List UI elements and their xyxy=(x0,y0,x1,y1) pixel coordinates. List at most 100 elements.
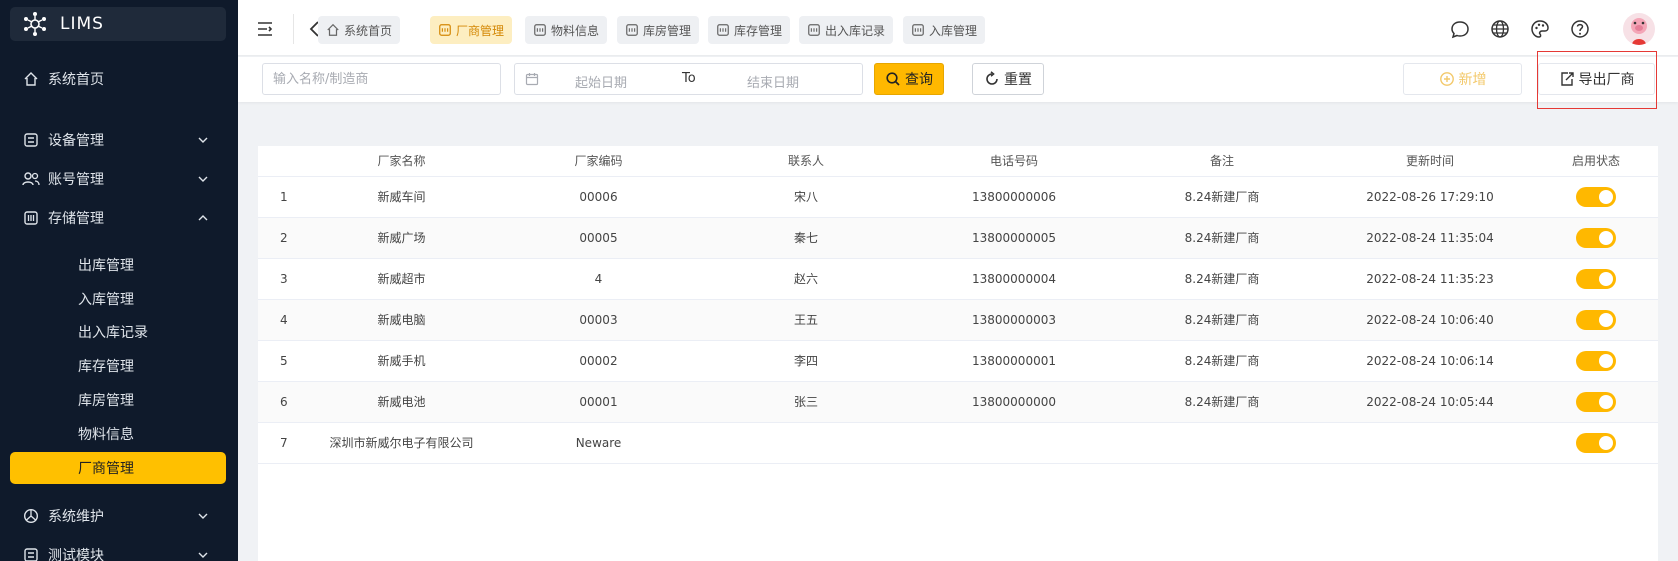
sidebar-item-label: 测试模块 xyxy=(48,548,104,561)
updated-time xyxy=(1326,422,1534,464)
tab-warehouse[interactable]: 库房管理 xyxy=(617,16,700,44)
enable-toggle[interactable] xyxy=(1576,350,1616,371)
theme-palette-icon[interactable] xyxy=(1530,19,1550,39)
sidebar-item-home[interactable]: 系统首页 xyxy=(0,60,238,98)
tab-label: 库房管理 xyxy=(643,23,692,38)
tab-inventory[interactable]: 库存管理 xyxy=(708,16,791,44)
filter-toolbar: 起始日期 To 结束日期 查询 重置 新增 导出厂商 xyxy=(238,57,1678,102)
remark: 8.24新建厂商 xyxy=(1118,258,1326,300)
sidebar-item-maintenance[interactable]: 系统维护 xyxy=(0,497,238,535)
table-row[interactable]: 2 新威广场 00005 秦七 13800000005 8.24新建厂商 202… xyxy=(258,217,1658,259)
add-button-label: 新增 xyxy=(1458,72,1487,88)
row-index: 6 xyxy=(258,381,308,423)
table-row[interactable]: 5 新威手机 00002 李四 13800000001 8.24新建厂商 202… xyxy=(258,340,1658,382)
sidebar-item-label: 账号管理 xyxy=(48,172,104,188)
avatar[interactable] xyxy=(1623,13,1655,45)
vendor-code: 00001 xyxy=(495,381,702,423)
column-header[interactable]: 厂家名称 xyxy=(308,146,495,177)
contact: 宋八 xyxy=(702,176,910,218)
remark: 8.24新建厂商 xyxy=(1118,340,1326,382)
date-range-picker[interactable]: 起始日期 To 结束日期 xyxy=(514,63,863,95)
tab-vendor[interactable]: 厂商管理 xyxy=(430,16,513,44)
tab-inbound[interactable]: 入库管理 xyxy=(903,16,986,44)
phone: 13800000006 xyxy=(910,176,1118,218)
tab-material[interactable]: 物料信息 xyxy=(525,16,608,44)
sidebar-item-accounts[interactable]: 账号管理 xyxy=(0,160,238,198)
phone: 13800000003 xyxy=(910,299,1118,341)
column-header[interactable]: 备注 xyxy=(1118,146,1326,177)
sidebar-subitem-outbound[interactable]: 出库管理 xyxy=(0,249,238,281)
row-index: 2 xyxy=(258,217,308,259)
vendor-code: 00002 xyxy=(495,340,702,382)
menu-collapse-icon[interactable] xyxy=(256,20,274,38)
message-icon[interactable] xyxy=(1450,19,1470,39)
enable-toggle[interactable] xyxy=(1576,268,1616,289)
sidebar-item-test-module[interactable]: 测试模块 xyxy=(0,536,238,561)
reset-button-label: 重置 xyxy=(1004,72,1032,88)
chevron-down-icon xyxy=(198,137,208,143)
enable-toggle[interactable] xyxy=(1576,309,1616,330)
users-icon xyxy=(22,170,40,188)
status-cell xyxy=(1534,340,1658,382)
search-input[interactable] xyxy=(262,63,501,95)
column-header[interactable]: 更新时间 xyxy=(1326,146,1534,177)
vendor-name: 新威车间 xyxy=(308,176,495,218)
enable-toggle[interactable] xyxy=(1576,391,1616,412)
record-icon xyxy=(807,23,821,37)
column-header[interactable]: 厂家编码 xyxy=(495,146,702,177)
globe-icon[interactable] xyxy=(1490,19,1510,39)
brand[interactable]: LIMS xyxy=(10,7,226,41)
sidebar-subitem-records[interactable]: 出入库记录 xyxy=(0,316,238,348)
sidebar-subitem-warehouse[interactable]: 库房管理 xyxy=(0,384,238,416)
sidebar-subitem-label: 出库管理 xyxy=(78,258,134,274)
table-row[interactable]: 7 深圳市新威尔电子有限公司 Neware xyxy=(258,422,1658,464)
sidebar-subitem-inbound[interactable]: 入库管理 xyxy=(0,283,238,315)
remark: 8.24新建厂商 xyxy=(1118,217,1326,259)
table-row[interactable]: 1 新威车间 00006 宋八 13800000006 8.24新建厂商 202… xyxy=(258,176,1658,218)
tab-label: 库存管理 xyxy=(734,23,783,38)
tab-label: 物料信息 xyxy=(551,23,600,38)
sidebar-subitem-vendor[interactable]: 厂商管理 xyxy=(10,452,226,484)
sidebar-subitem-inventory[interactable]: 库存管理 xyxy=(0,350,238,382)
table-row[interactable]: 4 新威电脑 00003 王五 13800000003 8.24新建厂商 202… xyxy=(258,299,1658,341)
enable-toggle[interactable] xyxy=(1576,227,1616,248)
divider xyxy=(293,14,294,44)
table-row[interactable]: 6 新威电池 00001 张三 13800000000 8.24新建厂商 202… xyxy=(258,381,1658,423)
phone: 13800000001 xyxy=(910,340,1118,382)
enable-toggle[interactable] xyxy=(1576,432,1616,453)
add-button[interactable]: 新增 xyxy=(1403,63,1522,95)
tab-home[interactable]: 系统首页 xyxy=(318,16,401,44)
contact: 王五 xyxy=(702,299,910,341)
column-header[interactable]: 联系人 xyxy=(702,146,910,177)
table-header-row: 厂家名称 厂家编码 联系人 电话号码 备注 更新时间 启用状态 xyxy=(258,146,1658,177)
column-header xyxy=(258,146,308,177)
vendor-code: 00003 xyxy=(495,299,702,341)
date-start-placeholder: 起始日期 xyxy=(575,76,628,91)
search-icon xyxy=(885,71,901,87)
tab-label: 入库管理 xyxy=(929,23,978,38)
sidebar-item-storage[interactable]: 存储管理 xyxy=(0,199,238,237)
sidebar-subitem-material[interactable]: 物料信息 xyxy=(0,418,238,450)
sidebar-subitem-label: 库房管理 xyxy=(78,393,134,409)
vendor-name: 新威广场 xyxy=(308,217,495,259)
sidebar-item-device[interactable]: 设备管理 xyxy=(0,121,238,159)
query-button[interactable]: 查询 xyxy=(874,63,944,95)
vendor-name: 新威电脑 xyxy=(308,299,495,341)
enable-toggle[interactable] xyxy=(1576,186,1616,207)
help-icon[interactable] xyxy=(1570,19,1590,39)
highlight-annotation xyxy=(1537,51,1657,109)
row-index: 7 xyxy=(258,422,308,464)
column-header[interactable]: 电话号码 xyxy=(910,146,1118,177)
updated-time: 2022-08-24 11:35:04 xyxy=(1326,217,1534,259)
sidebar: LIMS 系统首页 设备管理 账号管理 存储管理 出库管理 入库管理 出入库记录… xyxy=(0,0,238,561)
tab-records[interactable]: 出入库记录 xyxy=(799,16,894,44)
row-index: 5 xyxy=(258,340,308,382)
phone: 13800000005 xyxy=(910,217,1118,259)
reset-button[interactable]: 重置 xyxy=(972,63,1044,95)
updated-time: 2022-08-24 10:05:44 xyxy=(1326,381,1534,423)
column-header[interactable]: 启用状态 xyxy=(1534,146,1658,177)
table-row[interactable]: 3 新威超市 4 赵六 13800000004 8.24新建厂商 2022-08… xyxy=(258,258,1658,300)
updated-time: 2022-08-24 11:35:23 xyxy=(1326,258,1534,300)
lims-logo-icon xyxy=(24,12,46,36)
material-icon xyxy=(533,23,547,37)
